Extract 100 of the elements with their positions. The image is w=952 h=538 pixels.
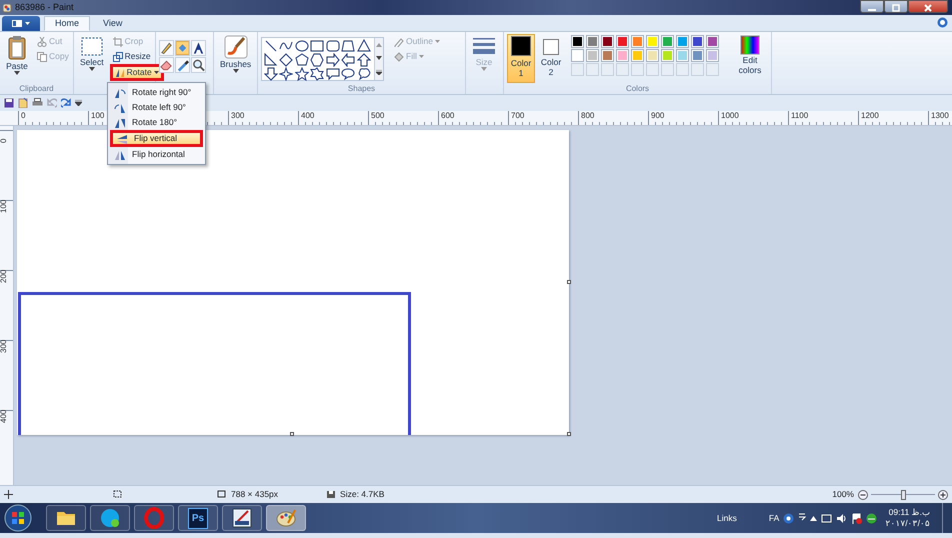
zoom-in-icon[interactable] [938, 490, 948, 500]
custom-color-slot[interactable] [661, 63, 674, 76]
taskbar-button[interactable] [90, 505, 130, 531]
resize-handle[interactable] [290, 432, 294, 436]
diamond-icon[interactable] [279, 53, 294, 67]
pencil-tool[interactable] [159, 40, 174, 56]
minimize-button[interactable] [860, 0, 884, 13]
brushes-button[interactable]: Brushes [217, 34, 254, 83]
rotate-button[interactable]: Rotate [110, 64, 164, 81]
expand-icon[interactable] [376, 70, 382, 76]
slider-thumb[interactable] [901, 490, 906, 500]
cloud-callout-icon[interactable] [356, 67, 371, 81]
zoom-out-icon[interactable] [858, 490, 868, 500]
taskbar-button[interactable] [222, 505, 262, 531]
menu-item[interactable]: Rotate right 90° [110, 85, 203, 100]
color-swatch[interactable] [616, 35, 629, 48]
menu-item[interactable]: Flip horizontal [110, 147, 203, 162]
action-center-icon[interactable] [851, 512, 862, 524]
language-indicator[interactable]: FA [768, 512, 780, 524]
color-2-button[interactable]: Color 2 [537, 34, 565, 83]
down-arrow-icon[interactable] [264, 67, 278, 81]
save-icon[interactable] [4, 98, 14, 108]
color-swatch[interactable] [631, 49, 644, 62]
custom-color-slot[interactable] [601, 63, 614, 76]
paste-button[interactable]: Paste [3, 34, 31, 83]
volume-icon[interactable] [836, 512, 848, 524]
customize-icon[interactable] [75, 100, 82, 106]
undo-icon[interactable] [61, 98, 71, 108]
ribbon-tab[interactable]: Home [44, 16, 90, 31]
menu-item[interactable]: Rotate 180° [110, 115, 203, 130]
color-swatch[interactable] [706, 35, 719, 48]
six-point-star-icon[interactable] [310, 67, 324, 81]
rounded-rectangle-icon[interactable] [326, 39, 340, 53]
ribbon-tab[interactable]: View [92, 16, 134, 31]
oval-icon[interactable] [294, 39, 309, 53]
network-icon[interactable] [821, 512, 832, 524]
start-button[interactable] [4, 504, 32, 532]
resize-button[interactable]: Resize [110, 49, 164, 64]
color-swatch[interactable] [676, 49, 689, 62]
menu-item[interactable]: Flip vertical [110, 130, 203, 147]
custom-color-slot[interactable] [706, 63, 719, 76]
resize-handle[interactable] [567, 432, 571, 436]
color-swatch[interactable] [646, 35, 659, 48]
help-icon[interactable] [937, 17, 948, 28]
color-1-button[interactable]: Color 1 [507, 34, 535, 83]
four-point-star-icon[interactable] [279, 67, 294, 81]
color-swatch[interactable] [586, 35, 599, 48]
color-swatch[interactable] [676, 35, 689, 48]
taskbar-button[interactable]: Ps [178, 505, 218, 531]
left-arrow-icon[interactable] [341, 53, 356, 67]
clock[interactable]: 09:11 ب.ظ ۲۰۱۷/۰۳/۰۵ [885, 507, 930, 529]
color-swatch[interactable] [691, 35, 704, 48]
color-swatch[interactable] [661, 49, 674, 62]
menu-item[interactable]: Rotate left 90° [110, 100, 203, 115]
custom-color-slot[interactable] [691, 63, 704, 76]
color-swatch[interactable] [571, 35, 584, 48]
hexagon-icon[interactable] [310, 53, 324, 67]
resize-handle[interactable] [567, 280, 571, 284]
color-swatch[interactable] [706, 49, 719, 62]
globe-icon[interactable] [866, 512, 878, 524]
application-menu-button[interactable] [2, 16, 40, 31]
help-icon[interactable] [783, 512, 794, 524]
show-hidden-icons-icon[interactable] [810, 516, 818, 520]
print-icon[interactable] [32, 98, 43, 108]
callout-icon[interactable] [326, 67, 340, 81]
custom-color-slot[interactable] [586, 63, 599, 76]
color-swatch[interactable] [571, 49, 584, 62]
color-swatch[interactable] [661, 35, 674, 48]
rectangle-icon[interactable] [310, 39, 324, 53]
color-swatch[interactable] [601, 35, 614, 48]
custom-color-slot[interactable] [571, 63, 584, 76]
close-button[interactable] [908, 0, 948, 13]
color-picker-tool[interactable] [175, 57, 190, 73]
color-swatch[interactable] [586, 49, 599, 62]
taskbar-button[interactable] [46, 505, 86, 531]
eraser-tool[interactable] [159, 57, 174, 73]
up-arrow-icon[interactable] [356, 53, 371, 67]
pentagon-icon[interactable] [294, 53, 309, 67]
custom-color-slot[interactable] [631, 63, 644, 76]
edit-colors-button[interactable]: Edit colors [733, 34, 767, 83]
color-swatch[interactable] [601, 49, 614, 62]
maximize-button[interactable] [884, 0, 908, 13]
right-arrow-icon[interactable] [326, 53, 340, 67]
color-swatch[interactable] [631, 35, 644, 48]
file-icon[interactable] [18, 98, 28, 108]
triangle-icon[interactable] [356, 39, 371, 53]
color-swatch[interactable] [616, 49, 629, 62]
custom-color-slot[interactable] [676, 63, 689, 76]
line-icon[interactable] [264, 39, 278, 53]
custom-color-slot[interactable] [646, 63, 659, 76]
right-triangle-icon[interactable] [264, 53, 278, 67]
select-button[interactable]: Select [77, 34, 107, 83]
trapezoid-icon[interactable] [341, 39, 356, 53]
custom-color-slot[interactable] [616, 63, 629, 76]
magnifier-tool[interactable] [191, 57, 206, 73]
oval-callout-icon[interactable] [341, 67, 356, 81]
color-swatch[interactable] [646, 49, 659, 62]
scroll-down-icon[interactable] [376, 56, 382, 60]
star-icon[interactable] [294, 67, 309, 81]
color-swatch[interactable] [691, 49, 704, 62]
